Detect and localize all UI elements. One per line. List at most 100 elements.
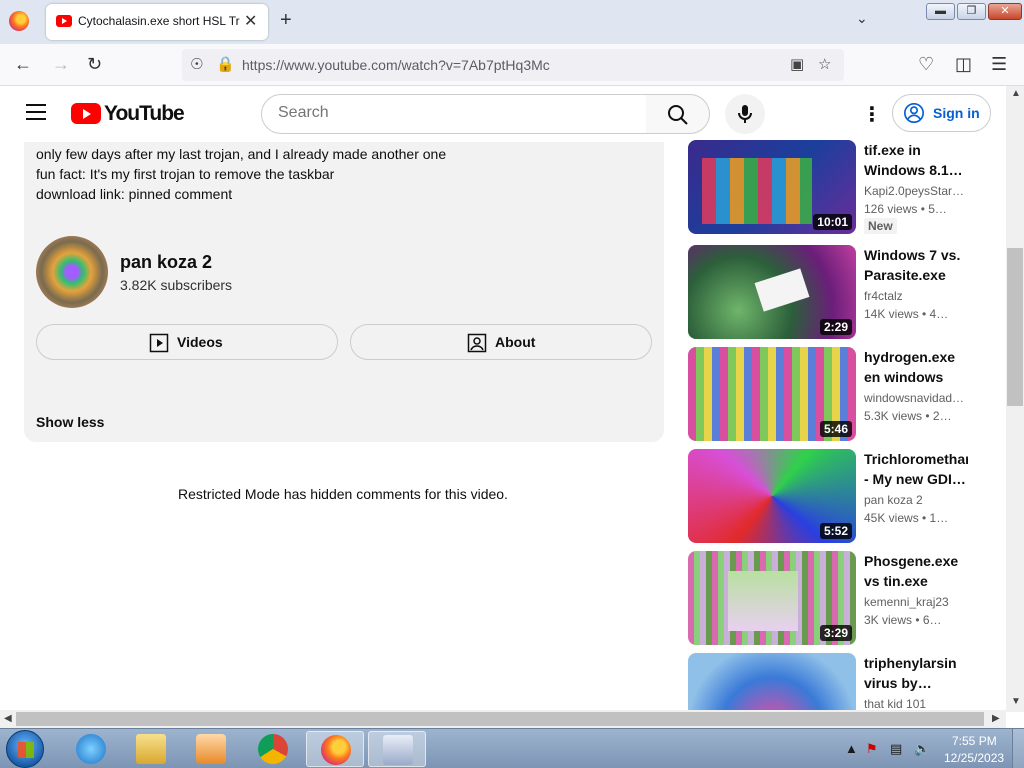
video-thumbnail[interactable]: 5:46 [688,347,856,441]
video-title[interactable]: Phosgene.exe vs tin.exe [864,551,968,591]
new-badge: New [864,218,897,234]
recommendation-item[interactable]: 10:01 tif.exe in Windows 8.1… Kapi2.0pey… [688,140,988,234]
video-thumbnail[interactable]: 10:01 [688,140,856,234]
video-thumbnail[interactable]: 5:52 [688,449,856,543]
video-title[interactable]: Trichloromethar - My new GDI… [864,449,968,489]
channel-avatar[interactable] [36,236,108,308]
show-less-button[interactable]: Show less [36,414,104,430]
taskbar-chrome[interactable] [244,731,302,767]
microphone-icon [738,105,752,123]
video-meta: 5.3K views • 2… [864,409,952,423]
sign-in-button[interactable]: Sign in [892,94,991,132]
taskbar-internet-explorer[interactable] [62,731,120,767]
about-button[interactable]: About [350,324,652,360]
video-thumbnail[interactable] [688,653,856,710]
chrome-icon [258,734,288,764]
video-meta: 45K views • 1… [864,511,949,525]
lock-icon[interactable]: 🔒 [216,55,235,73]
recommendation-item[interactable]: triphenylarsin virus by… that kid 101 [688,653,988,710]
settings-kebab-icon[interactable]: ⋮ [862,102,882,127]
url-bar[interactable]: ☉ 🔒 https://www.youtube.com/watch?v=7Ab7… [182,49,844,81]
vertical-scrollbar[interactable]: ▲ ▼ [1006,86,1024,712]
video-channel[interactable]: kemenni_kraj23 [864,595,968,609]
description-line: download link: pinned comment [36,186,233,202]
video-title[interactable]: hydrogen.exe en windows 8… [864,347,968,387]
recommendation-item[interactable]: 5:46 hydrogen.exe en windows 8… windowsn… [688,347,988,441]
scroll-up-arrow-icon[interactable]: ▲ [1011,88,1021,99]
action-center-icon[interactable]: ⚑ [866,741,878,757]
video-thumbnail[interactable]: 3:29 [688,551,856,645]
vertical-scroll-thumb[interactable] [1007,248,1023,406]
video-title[interactable]: triphenylarsin virus by… [864,653,968,693]
youtube-logo-icon[interactable] [71,103,101,124]
restricted-mode-notice: Restricted Mode has hidden comments for … [178,486,508,502]
scroll-down-arrow-icon[interactable]: ▼ [1011,696,1021,707]
youtube-logo-text[interactable]: YouTube [104,102,185,126]
voice-search-button[interactable] [725,94,765,134]
video-meta: 14K views • 4… [864,307,949,321]
video-channel[interactable]: Kapi2.0peysStar… [864,184,968,198]
picture-in-picture-icon[interactable]: ▣ [790,55,804,73]
volume-icon[interactable]: 🔈 [914,741,930,757]
taskbar-file-explorer[interactable] [122,731,180,767]
scroll-left-arrow-icon[interactable]: ◀ [4,713,12,724]
person-box-icon [467,333,487,353]
clock-date[interactable]: 12/25/2023 [944,751,1004,765]
back-arrow-icon[interactable]: ← [14,54,32,75]
url-text[interactable]: https://www.youtube.com/watch?v=7Ab7ptHq… [242,57,550,73]
firefox-logo-icon[interactable] [9,11,29,31]
video-description-card: only few days after my last trojan, and … [24,142,664,442]
reload-icon[interactable]: ↻ [87,54,102,75]
taskbar-on-screen-keyboard[interactable] [368,731,426,767]
horizontal-scroll-thumb[interactable] [16,712,984,726]
show-desktop-button[interactable] [1012,729,1024,768]
firefox-icon [321,735,351,765]
video-thumbnail[interactable]: 2:29 [688,245,856,339]
recommendation-item[interactable]: 5:52 Trichloromethar - My new GDI… pan k… [688,449,988,543]
list-all-tabs-icon[interactable]: ⌄ [856,10,868,27]
horizontal-scrollbar[interactable]: ◀ ▶ [0,710,1006,728]
scroll-right-arrow-icon[interactable]: ▶ [992,713,1000,724]
search-box[interactable] [261,94,647,134]
extensions-icon[interactable]: ◫ [955,54,972,75]
video-duration: 3:29 [819,625,852,641]
guide-menu-icon[interactable] [26,104,46,120]
taskbar-media-player[interactable] [182,731,240,767]
windows-taskbar: ▲ ⚑ ▤ 🔈 7:55 PM 12/25/2023 [0,728,1024,768]
video-meta: 126 views • 5… [864,202,947,216]
video-title[interactable]: tif.exe in Windows 8.1… [864,140,968,180]
videos-button[interactable]: Videos [36,324,338,360]
search-input[interactable] [278,104,628,122]
channel-name[interactable]: pan koza 2 [120,252,212,273]
search-button[interactable] [646,94,710,134]
navigation-toolbar: ← → ↻ ☉ 🔒 https://www.youtube.com/watch?… [0,44,1024,86]
video-channel[interactable]: windowsnavidad… [864,391,968,405]
tab-close-button[interactable]: ✕ [244,11,257,31]
taskbar-firefox[interactable] [306,731,364,767]
minimize-button[interactable]: ▬ [926,3,955,20]
youtube-favicon-icon [56,15,72,27]
browser-tab-active[interactable]: Cytochalasin.exe short HSL Trojan ✕ [46,4,268,40]
close-window-button[interactable]: ✕ [988,3,1022,20]
network-icon[interactable]: ▤ [890,741,902,757]
maximize-button[interactable]: ❐ [957,3,986,20]
youtube-header: YouTube ⋮ Sign in [0,86,1006,142]
video-channel[interactable]: pan koza 2 [864,493,968,507]
app-menu-icon[interactable]: ☰ [991,54,1007,75]
media-player-icon [196,734,226,764]
forward-arrow-icon[interactable]: → [52,54,70,75]
video-channel[interactable]: that kid 101 [864,697,968,710]
new-tab-button[interactable]: + [280,9,292,32]
bookmark-star-icon[interactable]: ☆ [818,55,831,73]
video-title[interactable]: Windows 7 vs. Parasite.exe [864,245,968,285]
tracking-protection-shield-icon[interactable]: ☉ [190,55,203,73]
recommendation-item[interactable]: 2:29 Windows 7 vs. Parasite.exe fr4ctalz… [688,245,988,339]
clock-time[interactable]: 7:55 PM [952,734,997,748]
video-channel[interactable]: fr4ctalz [864,289,968,303]
recommendation-item[interactable]: 3:29 Phosgene.exe vs tin.exe kemenni_kra… [688,551,988,645]
pocket-icon[interactable]: ♡ [918,54,934,75]
description-line: fun fact: It's my first trojan to remove… [36,166,335,182]
video-duration: 5:46 [819,421,852,437]
start-button[interactable] [6,730,44,768]
show-hidden-icons-icon[interactable]: ▲ [845,741,858,756]
